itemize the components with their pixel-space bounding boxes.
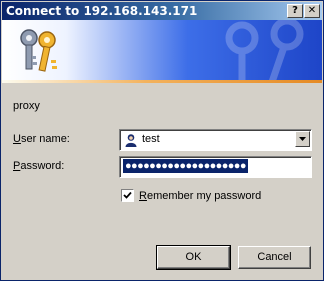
username-combobox[interactable]: test <box>119 129 312 151</box>
help-button[interactable]: ? <box>287 4 303 18</box>
remember-password-label[interactable]: Remember my password <box>139 190 261 202</box>
banner-divider <box>2 80 322 83</box>
realm-text: proxy <box>13 100 40 112</box>
dialog-title: Connect to 192.168.143.171 <box>6 4 198 18</box>
password-field[interactable]: ●●●●●●●●●●●●●●●●●●●● <box>119 156 312 178</box>
password-value: ●●●●●●●●●●●●●●●●●●●● <box>123 159 248 173</box>
checkmark-icon <box>123 191 132 199</box>
close-button[interactable]: ✕ <box>304 4 320 18</box>
password-label: Password: <box>13 160 65 172</box>
login-dialog: Connect to 192.168.143.171 ? ✕ proxy Use… <box>0 0 324 281</box>
keys-icon <box>20 29 57 72</box>
user-icon <box>125 134 137 147</box>
ok-button[interactable]: OK <box>156 245 231 270</box>
keys-watermark-icon <box>225 20 304 80</box>
username-value: test <box>142 133 160 145</box>
username-dropdown-button[interactable] <box>295 131 310 147</box>
banner <box>2 20 322 80</box>
chevron-down-icon <box>299 137 306 141</box>
cancel-button[interactable]: Cancel <box>238 246 311 269</box>
remember-password-checkbox[interactable] <box>121 189 134 202</box>
username-label: User name: <box>13 133 70 145</box>
title-bar[interactable]: Connect to 192.168.143.171 ? ✕ <box>2 2 322 20</box>
